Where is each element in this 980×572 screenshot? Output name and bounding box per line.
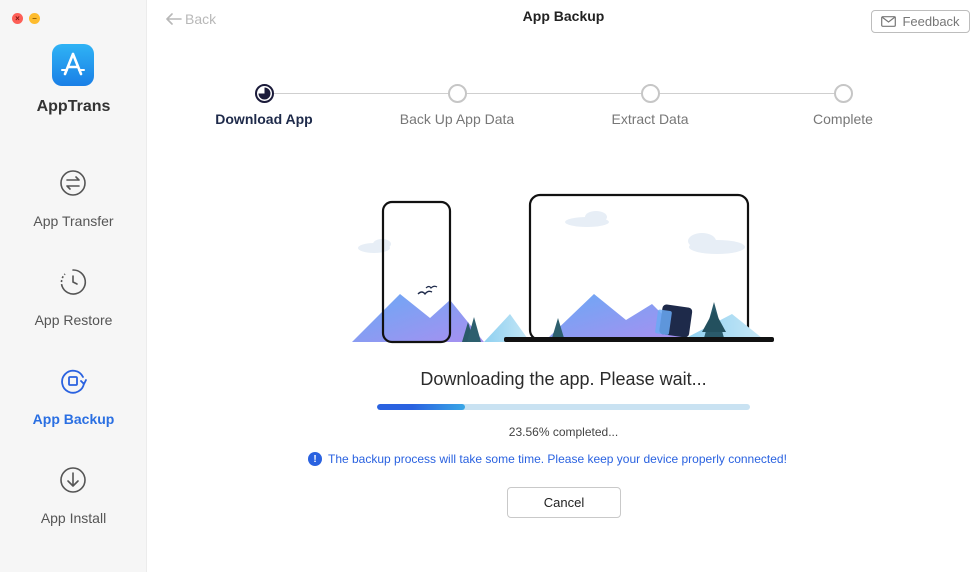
sidebar-item-app-restore[interactable]: App Restore — [0, 268, 147, 358]
sidebar-item-label: App Backup — [32, 411, 115, 427]
step-indicator-extract-data — [641, 84, 660, 103]
pie-progress-icon — [258, 87, 271, 100]
step-label-download-app: Download App — [215, 111, 313, 127]
sidebar-item-app-install[interactable]: App Install — [0, 466, 147, 556]
step-indicator-download-app — [255, 84, 274, 103]
app-name: AppTrans — [36, 98, 111, 115]
minimize-icon: − — [32, 13, 37, 23]
apptrans-logo-icon — [61, 52, 85, 76]
cancel-button[interactable]: Cancel — [507, 487, 621, 518]
install-icon — [60, 467, 86, 493]
transfer-icon — [60, 170, 86, 196]
feedback-button[interactable]: Feedback — [871, 10, 970, 33]
sidebar-item-app-transfer[interactable]: App Transfer — [0, 169, 147, 259]
close-icon: × — [15, 13, 20, 23]
window-close-button[interactable]: × — [12, 13, 23, 24]
page-title: App Backup — [522, 8, 605, 24]
restore-icon — [60, 269, 87, 295]
sidebar-item-label: App Restore — [34, 312, 113, 328]
info-icon: ! — [308, 452, 322, 466]
sidebar: × − AppTrans App Transfer App Restore Ap… — [0, 0, 147, 572]
status-title: Downloading the app. Please wait... — [420, 369, 707, 389]
progress-fill — [377, 404, 465, 410]
feedback-label: Feedback — [902, 14, 960, 29]
step-indicator-back-up-app-data — [448, 84, 467, 103]
device-backup-illustration — [352, 193, 774, 344]
sidebar-item-app-backup[interactable]: App Backup — [0, 367, 147, 457]
info-message: ! The backup process will take some time… — [308, 451, 787, 467]
progress-bar — [377, 404, 750, 410]
step-label-back-up-app-data: Back Up App Data — [399, 111, 515, 127]
info-text: The backup process will take some time. … — [328, 452, 787, 466]
backup-icon — [61, 369, 87, 394]
envelope-icon — [881, 16, 897, 27]
sidebar-item-label: App Transfer — [33, 213, 114, 229]
step-indicator-complete — [834, 84, 853, 103]
steps-connector — [264, 93, 844, 94]
step-label-extract-data: Extract Data — [611, 111, 689, 127]
sidebar-item-label: App Install — [40, 510, 107, 526]
step-label-complete: Complete — [813, 111, 873, 127]
app-logo — [52, 44, 94, 86]
window-minimize-button[interactable]: − — [29, 13, 40, 24]
progress-percent-text: 23.56% completed... — [508, 425, 619, 439]
